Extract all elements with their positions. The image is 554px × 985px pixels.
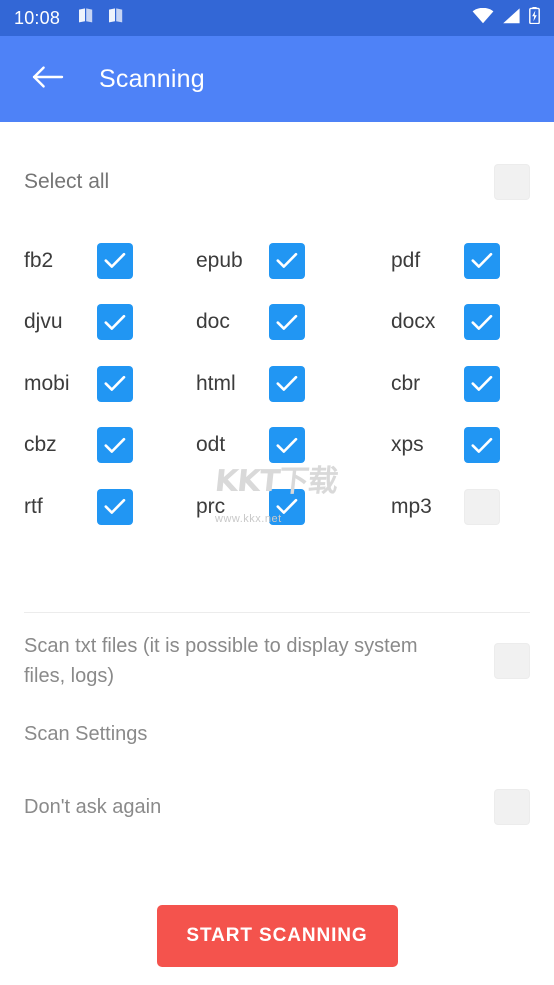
format-checkbox[interactable]: [464, 427, 500, 464]
format-item-mp3[interactable]: mp3: [391, 488, 554, 525]
format-checkbox[interactable]: [97, 488, 133, 525]
format-label: fb2: [24, 248, 54, 272]
format-label: xps: [391, 433, 424, 457]
scan-txt-files-checkbox[interactable]: [494, 643, 530, 679]
format-item-pdf[interactable]: pdf: [391, 242, 554, 279]
format-label: cbr: [391, 371, 421, 395]
format-label: docx: [391, 310, 436, 334]
format-item-rtf[interactable]: rtf: [0, 488, 196, 525]
dont-ask-again-row[interactable]: Don't ask again: [0, 784, 554, 830]
format-label: odt: [196, 433, 226, 457]
status-bar-clock: 10:08: [14, 7, 61, 28]
scan-txt-files-row[interactable]: Scan txt files (it is possible to displa…: [0, 630, 554, 692]
format-checkbox[interactable]: [269, 365, 305, 402]
page-title: Scanning: [99, 64, 205, 93]
format-row: djvu doc docx: [0, 292, 554, 354]
format-row: mobi html cbr: [0, 353, 554, 415]
start-button-container: START SCANNING: [0, 905, 554, 967]
format-label: epub: [196, 248, 243, 272]
format-item-docx[interactable]: docx: [391, 304, 554, 341]
format-label: html: [196, 371, 236, 395]
scan-settings-label: Scan Settings: [24, 723, 148, 745]
format-label: djvu: [24, 310, 63, 334]
signal-icon: [502, 7, 521, 29]
format-checkbox[interactable]: [97, 242, 133, 279]
battery-charging-icon: [529, 7, 540, 29]
format-row: fb2 epub pdf: [0, 230, 554, 292]
format-checkbox[interactable]: [97, 365, 133, 402]
format-checkbox[interactable]: [269, 427, 305, 464]
select-all-label: Select all: [24, 170, 110, 193]
format-checkbox[interactable]: [97, 427, 133, 464]
format-item-prc[interactable]: prc: [196, 488, 391, 525]
app-bar: Scanning: [0, 36, 554, 122]
select-all-checkbox[interactable]: [494, 164, 530, 200]
format-item-xps[interactable]: xps: [391, 427, 554, 464]
format-checkbox[interactable]: [464, 242, 500, 279]
format-item-cbr[interactable]: cbr: [391, 365, 554, 402]
arrow-left-icon: [32, 64, 64, 95]
format-item-djvu[interactable]: djvu: [0, 304, 196, 341]
format-row: cbz odt xps: [0, 415, 554, 477]
book-icon: [108, 8, 125, 28]
wifi-icon: [472, 7, 494, 29]
format-checkbox[interactable]: [464, 488, 500, 525]
select-all-row[interactable]: Select all: [0, 153, 554, 211]
format-item-mobi[interactable]: mobi: [0, 365, 196, 402]
status-bar-system-icons: [472, 7, 540, 29]
status-bar-notification-icons: [78, 8, 125, 28]
format-label: pdf: [391, 248, 421, 272]
format-checkbox[interactable]: [97, 304, 133, 341]
status-bar: 10:08: [0, 0, 554, 36]
format-checkbox[interactable]: [269, 304, 305, 341]
scan-settings-row[interactable]: Scan Settings: [0, 714, 554, 754]
format-label: mp3: [391, 494, 432, 518]
format-item-html[interactable]: html: [196, 365, 391, 402]
format-row: rtf prc mp3: [0, 476, 554, 538]
content-area: Select all fb2 epub pdf djvu doc docx mo…: [0, 122, 554, 985]
format-label: doc: [196, 310, 230, 334]
format-item-fb2[interactable]: fb2: [0, 242, 196, 279]
format-item-epub[interactable]: epub: [196, 242, 391, 279]
format-checkbox-grid: fb2 epub pdf djvu doc docx mobi html cbr…: [0, 230, 554, 538]
scanning-screen: 10:08 Scanning Select all fb2 epub pdf d…: [0, 0, 554, 985]
format-label: rtf: [24, 494, 43, 518]
format-label: prc: [196, 494, 226, 518]
section-divider: [24, 612, 530, 613]
format-item-cbz[interactable]: cbz: [0, 427, 196, 464]
format-checkbox[interactable]: [269, 488, 305, 525]
format-item-odt[interactable]: odt: [196, 427, 391, 464]
format-checkbox[interactable]: [464, 365, 500, 402]
back-button[interactable]: [28, 59, 68, 99]
format-item-doc[interactable]: doc: [196, 304, 391, 341]
format-label: mobi: [24, 371, 70, 395]
start-scanning-button[interactable]: START SCANNING: [156, 905, 398, 967]
format-label: cbz: [24, 433, 57, 457]
format-checkbox[interactable]: [464, 304, 500, 341]
scan-txt-files-label: Scan txt files (it is possible to displa…: [24, 635, 418, 687]
dont-ask-again-checkbox[interactable]: [494, 789, 530, 825]
book-icon: [78, 8, 95, 28]
dont-ask-again-label: Don't ask again: [24, 796, 162, 818]
format-checkbox[interactable]: [269, 242, 305, 279]
